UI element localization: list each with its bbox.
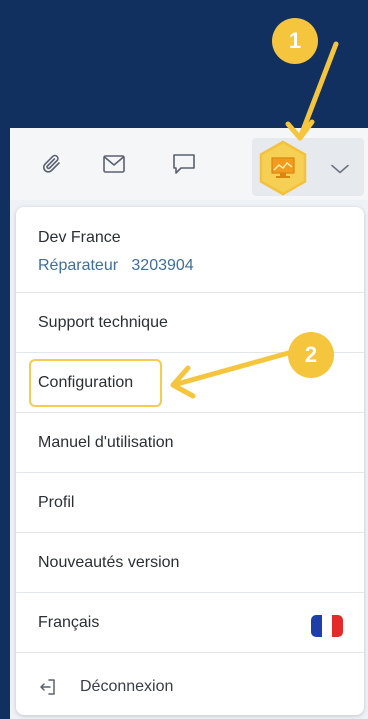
menu-item-label: Nouveautés version <box>38 553 180 571</box>
user-id: 3203904 <box>131 257 194 274</box>
menu-item-release-notes[interactable]: Nouveautés version <box>16 533 364 593</box>
logout-icon[interactable] <box>38 677 58 697</box>
step-2-badge: 2 <box>288 332 334 378</box>
paperclip-icon[interactable] <box>32 128 72 200</box>
menu-item-label: Français <box>38 613 100 631</box>
chevron-down-icon[interactable] <box>320 154 360 184</box>
menu-item-profile[interactable]: Profil <box>16 473 364 533</box>
chat-bubble-icon[interactable] <box>164 128 204 200</box>
menu-item-label: Manuel d'utilisation <box>38 433 174 451</box>
french-flag-icon <box>311 615 343 637</box>
step-1-badge: 1 <box>272 18 318 64</box>
envelope-icon[interactable] <box>94 128 134 200</box>
user-name: Dev France <box>38 229 121 246</box>
monitor-hexagon-icon[interactable] <box>258 140 308 196</box>
menu-item-user-manual[interactable]: Manuel d'utilisation <box>16 413 364 473</box>
logout-button[interactable]: Déconnexion <box>80 678 173 696</box>
configuration-highlight-box <box>29 359 162 407</box>
menu-item-label: Profil <box>38 493 75 511</box>
menu-item-label: Support technique <box>38 313 168 331</box>
user-dropdown-menu: Dev France Réparateur 3203904 Support te… <box>16 207 364 715</box>
user-info: Dev France Réparateur 3203904 <box>16 207 364 293</box>
user-role: Réparateur <box>38 257 119 274</box>
user-role-line: Réparateur 3203904 <box>38 257 194 275</box>
